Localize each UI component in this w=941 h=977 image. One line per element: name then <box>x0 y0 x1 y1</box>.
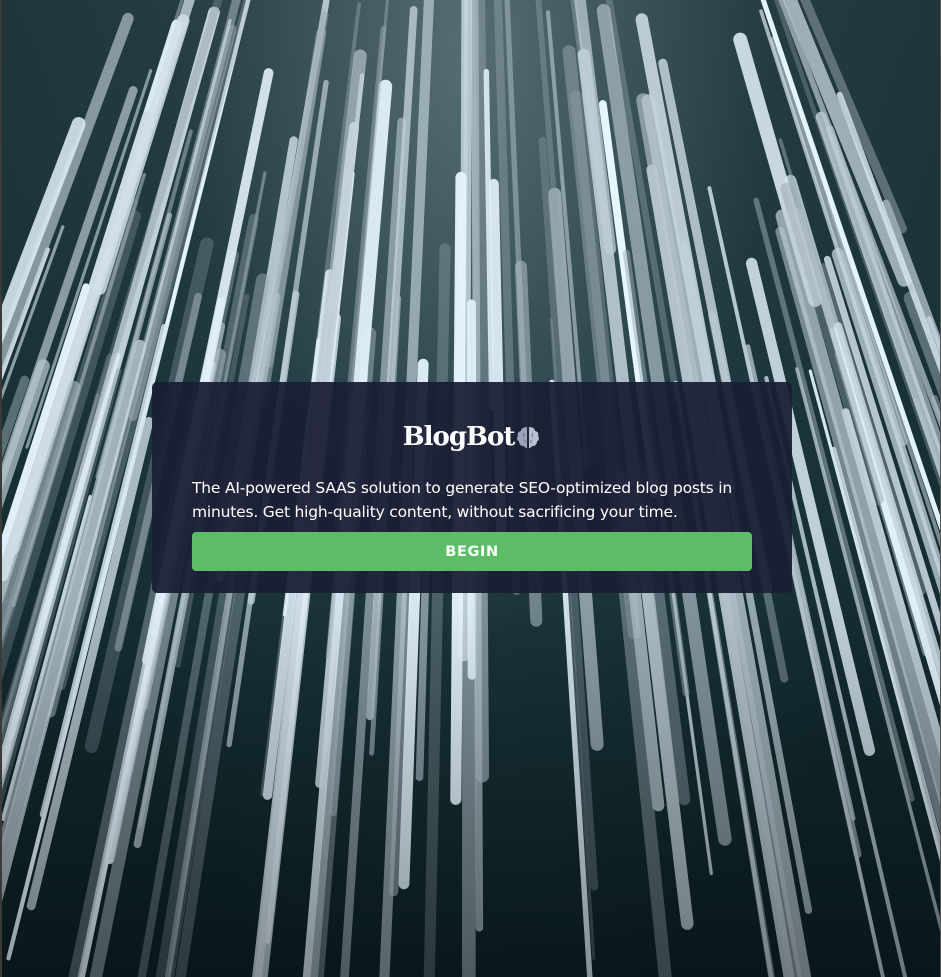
intro-card: BlogBot The AI-powered SAAS solution to … <box>152 382 792 593</box>
brand-name: BlogBot <box>402 422 516 452</box>
brand-logo: BlogBot <box>192 420 752 454</box>
brain-icon <box>515 424 541 450</box>
tagline: The AI-powered SAAS solution to generate… <box>192 479 732 521</box>
begin-button[interactable]: BEGIN <box>192 532 752 571</box>
page-background: BlogBot The AI-powered SAAS solution to … <box>0 0 941 977</box>
